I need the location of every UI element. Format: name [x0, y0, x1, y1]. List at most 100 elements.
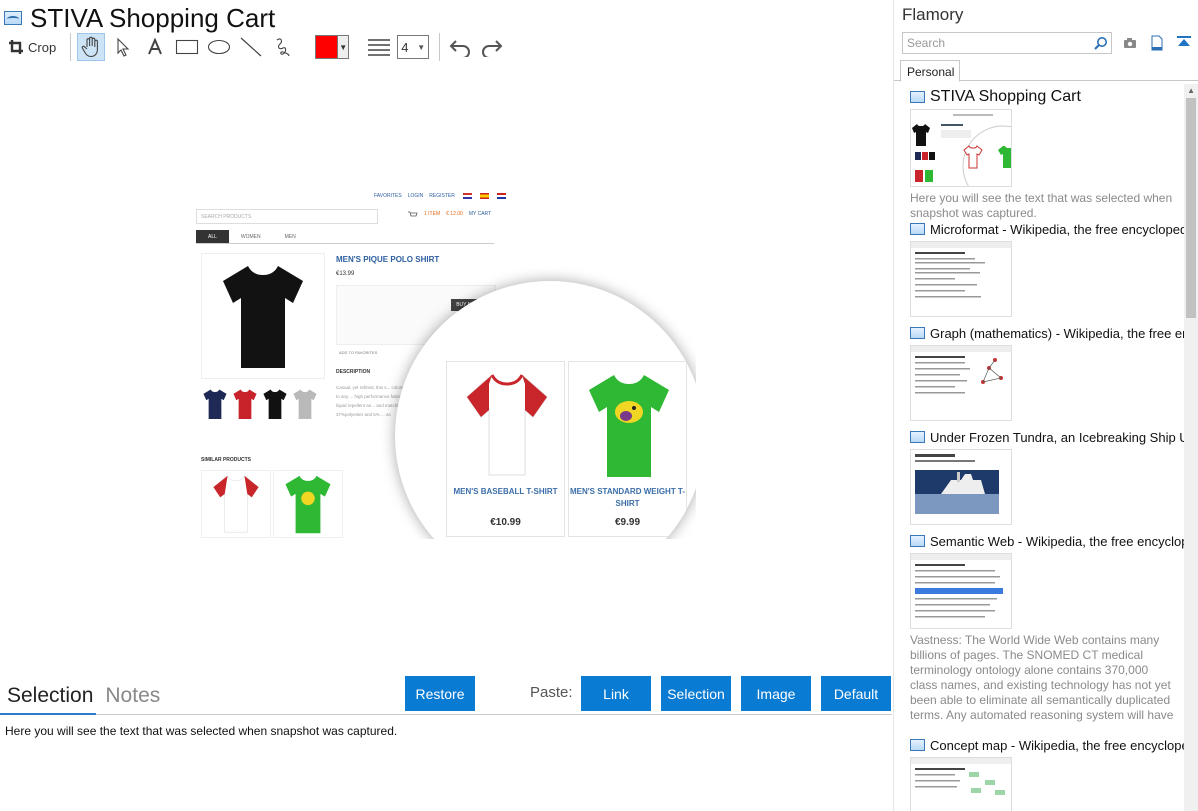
grey-polo-thumb: [292, 386, 318, 422]
snapshot-icon: [910, 327, 925, 339]
list-item-thumbnail: [910, 449, 1012, 525]
red-polo-thumb: [232, 386, 258, 422]
magnified-price-baseball: €10.99: [490, 517, 521, 528]
crop-button[interactable]: Crop: [4, 33, 60, 61]
redo-icon: [482, 40, 503, 57]
list-item-thumbnail: [910, 757, 1012, 811]
list-item-graph[interactable]: Graph (mathematics) - Wikipedia, the fre…: [910, 324, 1184, 421]
ellipse-icon: [208, 39, 231, 55]
snapshot-icon: [910, 431, 925, 443]
list-item-thumbnail: [910, 345, 1012, 421]
preview-cart-total: € 12.00: [446, 211, 463, 217]
preview-my-cart: MY CART: [468, 211, 492, 217]
list-item-stiva[interactable]: STIVA Shopping Cart Here you will see th…: [910, 88, 1184, 221]
preview-product-title: MEN'S PIQUE POLO SHIRT: [336, 255, 440, 264]
snapshot-list: STIVA Shopping Cart Here you will see th…: [894, 84, 1184, 811]
preview-description-heading: DESCRIPTION: [336, 369, 371, 375]
line-tool-button[interactable]: [237, 33, 265, 61]
sidebar-search-input[interactable]: Search: [902, 32, 1112, 54]
paste-default-button[interactable]: Default: [821, 676, 891, 711]
search-icon[interactable]: [1094, 36, 1108, 50]
snapshot-icon: [910, 535, 925, 547]
title-row: STIVA Shopping Cart: [4, 3, 275, 33]
scrollbar-thumb[interactable]: [1186, 98, 1196, 318]
tab-selection[interactable]: Selection: [7, 684, 93, 708]
magnified-name-baseball: MEN'S BASEBALL T-SHIRT: [453, 487, 558, 496]
main-pane: STIVA Shopping Cart Crop ▼ 4 ▼ FAVORITES…: [0, 0, 893, 811]
preview-similar-heading: SIMILAR PRODUCTS: [201, 457, 251, 463]
list-item-semantic-web[interactable]: Semantic Web - Wikipedia, the free encyc…: [910, 532, 1184, 723]
annotation-toolbar: Crop ▼ 4 ▼: [4, 32, 510, 62]
snapshot-icon: [910, 739, 925, 751]
navy-polo-thumb: [202, 386, 228, 422]
selection-text-area[interactable]: Here you will see the text that was sele…: [5, 724, 397, 738]
snapshot-icon: [910, 223, 925, 235]
hand-icon: [81, 36, 99, 58]
scroll-up-icon[interactable]: ▲: [1187, 86, 1195, 95]
magnified-price-green: €9.99: [614, 517, 641, 528]
undo-button[interactable]: [446, 33, 474, 61]
preview-add-to-favorites: ADD TO FAVORITES: [339, 350, 378, 355]
snapshot-icon: [910, 91, 925, 103]
magnified-name-green: MEN'S STANDARD WEIGHT T-SHIRT: [569, 487, 686, 508]
preview-link-favorites: FAVORITES: [374, 193, 402, 199]
redo-button[interactable]: [478, 33, 506, 61]
freehand-tool-button[interactable]: [269, 33, 297, 61]
preview-category-tabs: ALL WOMEN MEN: [196, 230, 494, 244]
preview-similar-green: [273, 470, 343, 538]
undo-icon: [449, 40, 471, 57]
camera-icon[interactable]: [1121, 34, 1139, 52]
snapshot-title: STIVA Shopping Cart: [30, 2, 276, 33]
preview-search: SEARCH PRODUCTS: [196, 209, 378, 224]
color-picker[interactable]: ▼: [315, 33, 350, 61]
tab-personal[interactable]: Personal: [900, 60, 960, 82]
flamory-sidebar: Flamory Search Personal STIVA Shopping C…: [893, 0, 1198, 811]
snapshot-icon: [4, 11, 22, 25]
tab-notes[interactable]: Notes: [105, 684, 160, 708]
active-tab-underline: [0, 713, 96, 715]
magnified-card-baseball: MEN'S BASEBALL T-SHIRT €10.99: [446, 361, 565, 537]
rectangle-tool-button[interactable]: [173, 33, 201, 61]
flag-icon: [496, 193, 506, 199]
black-polo-thumb: [262, 386, 288, 422]
preview-product-price: €13.99: [336, 271, 355, 277]
list-item-title: Microformat - Wikipedia, the free encycl…: [930, 221, 1184, 237]
sidebar-title: Flamory: [902, 5, 964, 24]
preview-cart: 1 ITEM € 12.00 MY CART: [408, 211, 491, 219]
list-item-frozen-tundra[interactable]: Under Frozen Tundra, an Icebreaking Ship…: [910, 428, 1184, 525]
list-item-microformat[interactable]: Microformat - Wikipedia, the free encycl…: [910, 220, 1184, 317]
ellipse-tool-button[interactable]: [205, 33, 233, 61]
toolbar-divider: [70, 33, 72, 61]
text-tool-button[interactable]: [141, 33, 169, 61]
flag-icon: [479, 193, 489, 199]
line-width-icon: [368, 39, 391, 56]
restore-button[interactable]: Restore: [405, 676, 475, 711]
collapse-top-icon[interactable]: [1175, 34, 1193, 52]
magnified-card-green: MEN'S STANDARD WEIGHT T-SHIRT €9.99: [568, 361, 687, 537]
snapshot-preview[interactable]: FAVORITES LOGIN REGISTER SEARCH PRODUCTS…: [196, 187, 696, 539]
list-item-concept-map[interactable]: Concept map - Wikipedia, the free encycl…: [910, 736, 1184, 811]
paste-link-button[interactable]: Link: [581, 676, 651, 711]
line-width-icon-button[interactable]: [365, 33, 393, 61]
document-icon[interactable]: [1148, 34, 1166, 52]
list-item-thumbnail: [910, 553, 1012, 629]
baseball-tshirt-image: [466, 374, 548, 476]
preview-tab-all: ALL: [196, 230, 229, 243]
paste-image-button[interactable]: Image: [741, 676, 811, 711]
list-item-title: Under Frozen Tundra, an Icebreaking Ship…: [930, 429, 1184, 445]
crop-icon: [9, 40, 23, 54]
preview-product-links: ADD TO FAVORITES: [339, 350, 377, 355]
select-tool-button[interactable]: [109, 33, 137, 61]
color-swatch: ▼: [315, 35, 350, 59]
flag-icon: [462, 193, 472, 199]
paste-selection-button[interactable]: Selection: [661, 676, 731, 711]
preview-color-thumbs: [202, 386, 318, 422]
line-icon: [240, 37, 262, 57]
arrow-pointer-icon: [117, 37, 130, 57]
line-width-value: 4: [401, 39, 409, 55]
line-width-select[interactable]: 4 ▼: [397, 33, 430, 61]
note-tabs: Selection Notes: [7, 684, 160, 708]
hand-tool-button[interactable]: [77, 33, 106, 61]
search-placeholder: Search: [907, 36, 946, 50]
paste-label: Paste:: [530, 684, 573, 701]
